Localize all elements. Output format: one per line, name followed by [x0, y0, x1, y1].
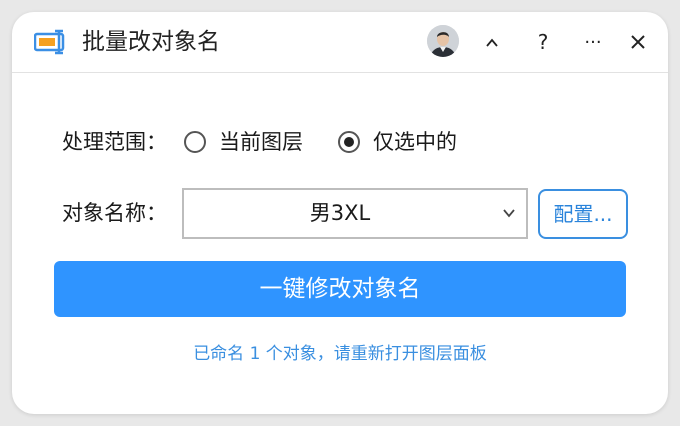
radio-unchecked-icon [184, 131, 206, 153]
more-button[interactable]: ··· [578, 26, 608, 58]
title-bar: 批量改对象名 ? ··· [12, 12, 668, 73]
close-icon [631, 35, 645, 49]
radio-dot [344, 137, 354, 147]
object-name-select[interactable]: 男3XL [182, 188, 528, 239]
user-avatar[interactable] [427, 25, 459, 57]
plugin-window: 批量改对象名 ? ··· 处理范围： 当前图层 仅选中的 对象名称： 男3XL … [12, 12, 668, 414]
chevron-up-icon [486, 38, 498, 47]
rename-tool-icon [34, 29, 65, 55]
scope-label: 处理范围： [62, 130, 167, 154]
close-button[interactable] [623, 26, 653, 58]
status-message: 已命名 1 个对象，请重新打开图层面板 [193, 344, 487, 364]
help-button[interactable]: ? [528, 26, 558, 58]
radio-selected-only[interactable]: 仅选中的 [338, 127, 457, 157]
object-name-value: 男3XL [309, 201, 371, 225]
avatar-image [427, 25, 459, 57]
chevron-down-icon [503, 209, 515, 218]
window-title: 批量改对象名 [82, 29, 220, 55]
radio-selected-only-label: 仅选中的 [373, 130, 457, 154]
radio-checked-icon [338, 131, 360, 153]
radio-current-layer-label: 当前图层 [219, 130, 303, 154]
config-button[interactable]: 配置... [538, 189, 628, 239]
object-name-label: 对象名称： [62, 201, 167, 225]
collapse-button[interactable] [477, 26, 507, 58]
rename-all-button[interactable]: 一键修改对象名 [54, 261, 626, 317]
form-content: 处理范围： 当前图层 仅选中的 对象名称： 男3XL 配置... 一键修改对象名… [12, 74, 668, 414]
radio-current-layer[interactable]: 当前图层 [184, 127, 303, 157]
